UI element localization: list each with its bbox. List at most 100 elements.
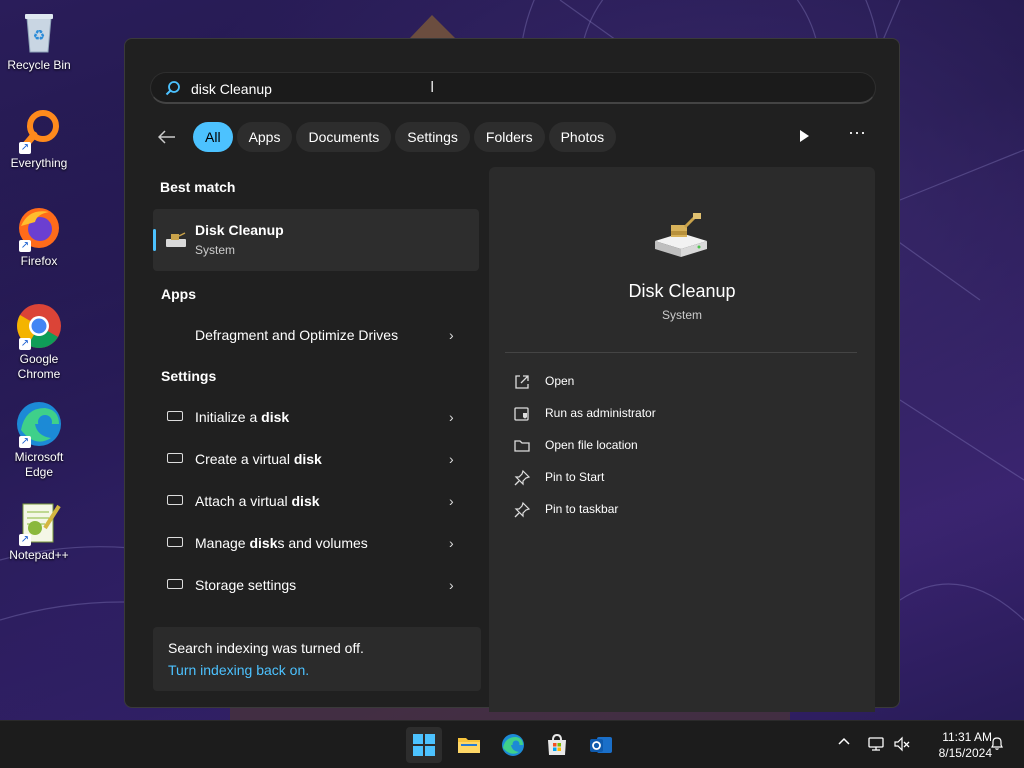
desktop-firefox[interactable]: ↗ Firefox — [2, 204, 76, 269]
setting-storage-settings[interactable]: Storage settings › — [153, 566, 479, 604]
result-label: Attach a virtual disk — [195, 493, 320, 509]
desktop-icon-label: Everything — [10, 156, 68, 170]
indexing-notice-text: Search indexing was turned off. — [168, 640, 364, 656]
edge-icon: ↗ — [15, 400, 63, 448]
result-label: Manage disks and volumes — [195, 535, 368, 551]
app-result-defragment[interactable]: Defragment and Optimize Drives › — [153, 316, 479, 354]
text-cursor-icon: I — [430, 79, 435, 96]
chevron-right-icon: › — [449, 535, 454, 551]
setting-create-virtual-disk[interactable]: Create a virtual disk › — [153, 440, 479, 478]
desktop-recycle-bin[interactable]: ♻ Recycle Bin — [2, 8, 76, 73]
desktop-icon-label: Notepad++ — [9, 548, 69, 562]
result-label: Storage settings — [195, 577, 297, 593]
settings-drive-icon — [167, 453, 183, 463]
desktop-icon-label: Recycle Bin — [7, 58, 71, 72]
chrome-icon: ↗ — [15, 302, 63, 350]
start-icon — [413, 734, 435, 756]
preview-title: Disk Cleanup — [628, 281, 736, 301]
back-button[interactable] — [155, 125, 179, 149]
shortcut-arrow-icon: ↗ — [19, 534, 31, 546]
filter-settings[interactable]: Settings — [395, 122, 470, 152]
folder-icon — [514, 440, 530, 452]
file-explorer-icon — [458, 738, 480, 753]
defragment-icon — [165, 326, 185, 344]
search-icon — [165, 81, 180, 96]
system-clock[interactable]: 11:31 AM 8/15/2024 — [918, 729, 992, 761]
network-icon[interactable] — [866, 735, 886, 755]
volume-muted-icon[interactable] — [892, 735, 912, 755]
pin-icon — [514, 501, 531, 518]
search-input[interactable] — [191, 77, 791, 101]
settings-drive-icon — [167, 495, 183, 505]
recycle-bin-icon: ♻ — [15, 8, 63, 56]
filter-documents[interactable]: Documents — [296, 122, 392, 152]
chevron-right-icon: › — [449, 493, 454, 509]
setting-attach-virtual-disk[interactable]: Attach a virtual disk › — [153, 482, 479, 520]
shortcut-arrow-icon: ↗ — [19, 240, 31, 252]
edge-icon — [502, 734, 524, 756]
result-title: Disk Cleanup — [195, 222, 284, 238]
start-button[interactable] — [406, 727, 442, 763]
settings-drive-icon — [167, 579, 183, 589]
clock-time: 11:31 AM — [942, 730, 992, 744]
preview-pane: Disk Cleanup System Open Run as administ… — [489, 167, 875, 712]
taskbar-store[interactable] — [539, 727, 575, 763]
turn-indexing-on-link[interactable]: Turn indexing back on. — [168, 662, 309, 678]
disk-cleanup-icon — [166, 232, 186, 247]
chevron-right-icon: › — [449, 577, 454, 593]
arrow-left-icon — [158, 130, 175, 144]
firefox-icon: ↗ — [15, 204, 63, 252]
indexing-notice: Search indexing was turned off. Turn ind… — [153, 627, 481, 691]
shortcut-arrow-icon: ↗ — [19, 142, 31, 154]
apps-heading: Apps — [161, 286, 196, 302]
setting-manage-disks[interactable]: Manage disks and volumes › — [153, 524, 479, 562]
store-icon — [548, 733, 566, 755]
preview-divider — [505, 352, 857, 353]
desktop-google-chrome[interactable]: ↗ Google Chrome — [2, 302, 76, 382]
clock-date: 8/15/2024 — [938, 746, 992, 760]
settings-drive-icon — [167, 537, 183, 547]
filter-all[interactable]: All — [193, 122, 233, 152]
desktop-microsoft-edge[interactable]: ↗ Microsoft Edge — [2, 400, 76, 480]
filter-folders[interactable]: Folders — [473, 122, 545, 152]
selection-indicator — [153, 229, 156, 251]
search-panel: I All Apps Documents Settings Folders Ph… — [124, 38, 900, 712]
play-icon[interactable] — [795, 127, 813, 145]
svg-text:♻: ♻ — [33, 27, 46, 43]
desktop-icon-label: Google Chrome — [17, 352, 61, 381]
chevron-up-icon[interactable] — [834, 735, 854, 755]
chevron-right-icon: › — [449, 451, 454, 467]
setting-initialize-disk[interactable]: Initialize a disk › — [153, 398, 479, 436]
best-match-result[interactable]: Disk Cleanup System — [153, 209, 479, 271]
open-external-icon — [515, 375, 529, 389]
pin-icon — [514, 469, 531, 486]
result-label: Initialize a disk — [195, 409, 290, 425]
chevron-right-icon: › — [449, 409, 454, 425]
result-label: Create a virtual disk — [195, 451, 322, 467]
desktop-icon-label: Firefox — [20, 254, 58, 268]
filter-photos[interactable]: Photos — [548, 122, 617, 152]
more-options-button[interactable]: ··· — [847, 123, 867, 145]
shield-admin-icon — [514, 407, 529, 421]
everything-icon: ↗ — [15, 106, 63, 154]
chevron-right-icon: › — [449, 327, 454, 343]
notification-bell-icon[interactable] — [987, 735, 1007, 755]
taskbar-outlook[interactable] — [583, 727, 619, 763]
desktop-notepadpp[interactable]: ↗ Notepad++ — [2, 498, 76, 563]
filter-bar: All Apps Documents Settings Folders Phot… — [155, 121, 620, 153]
result-label: Defragment and Optimize Drives — [195, 327, 399, 343]
taskbar-file-explorer[interactable] — [451, 727, 487, 763]
search-box[interactable]: I — [150, 72, 876, 104]
preview-subtitle: System — [661, 308, 702, 322]
disk-cleanup-large-icon — [655, 213, 707, 257]
best-match-heading: Best match — [160, 179, 236, 195]
filter-apps[interactable]: Apps — [236, 122, 293, 152]
desktop-icon-label: Microsoft Edge — [14, 450, 64, 479]
shortcut-arrow-icon: ↗ — [19, 436, 31, 448]
shortcut-arrow-icon: ↗ — [19, 338, 31, 350]
desktop-everything[interactable]: ↗ Everything — [2, 106, 76, 171]
settings-drive-icon — [167, 411, 183, 421]
taskbar-edge[interactable] — [495, 727, 531, 763]
outlook-icon — [590, 737, 612, 753]
notepadpp-icon: ↗ — [15, 498, 63, 546]
